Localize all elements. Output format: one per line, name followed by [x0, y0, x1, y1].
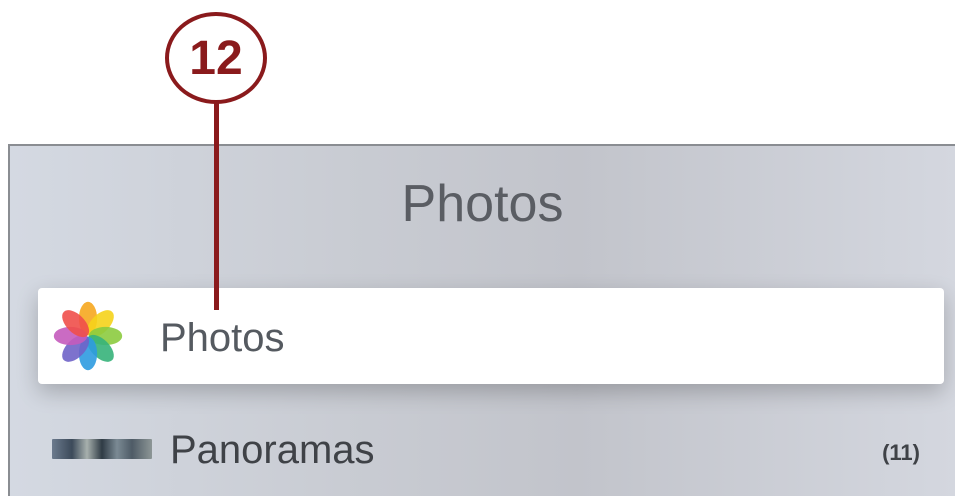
list-item-label: Photos: [160, 316, 285, 360]
list-item-panoramas[interactable]: Panoramas (11): [38, 414, 944, 486]
item-count: (11): [882, 440, 920, 465]
photos-app-icon: [53, 301, 123, 371]
callout-badge: 12: [165, 12, 267, 104]
callout-pointer-line: [214, 102, 219, 310]
panorama-thumbnail: [52, 439, 152, 459]
page-title: Photos: [401, 175, 564, 233]
callout-number: 12: [189, 31, 243, 85]
list-item-label: Panoramas: [170, 428, 375, 472]
list-item-photos[interactable]: Photos: [38, 288, 944, 384]
photos-screen: Photos Photos Panoramas (11): [8, 144, 955, 496]
